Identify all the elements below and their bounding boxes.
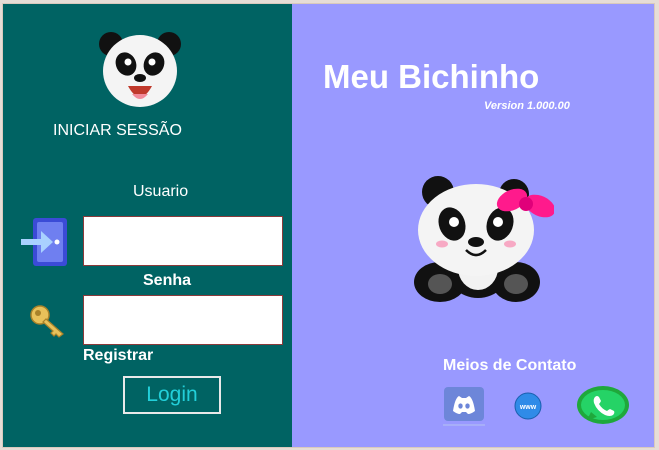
senha-input[interactable] — [83, 295, 283, 345]
panda-bow-icon — [404, 164, 556, 311]
svg-text:www: www — [519, 404, 537, 411]
version-label: Version 1.000.00 — [484, 100, 570, 112]
registrar-link[interactable]: Registrar — [83, 347, 153, 365]
brand-panel: Meu Bichinho Version 1.000.00 Meios de C… — [292, 4, 654, 447]
login-heading: INICIAR SESSÃO — [53, 122, 182, 139]
login-button[interactable]: Login — [123, 376, 221, 414]
key-icon — [29, 304, 69, 343]
usuario-label: Usuario — [133, 183, 189, 200]
www-icon[interactable]: www — [514, 392, 542, 425]
door-enter-icon — [19, 216, 71, 273]
whatsapp-icon[interactable] — [575, 384, 631, 431]
senha-label: Senha — [143, 272, 192, 289]
discord-icon[interactable] — [443, 386, 503, 431]
usuario-input[interactable] — [83, 216, 283, 266]
app-window: INICIAR SESSÃO Usuario Senha Registrar L… — [2, 3, 655, 448]
panda-face-icon — [97, 26, 183, 115]
app-title: Meu Bichinho — [323, 58, 540, 95]
login-button-label: Login — [146, 383, 198, 406]
login-panel: INICIAR SESSÃO Usuario Senha Registrar L… — [3, 4, 292, 447]
contact-heading: Meios de Contato — [443, 357, 577, 374]
